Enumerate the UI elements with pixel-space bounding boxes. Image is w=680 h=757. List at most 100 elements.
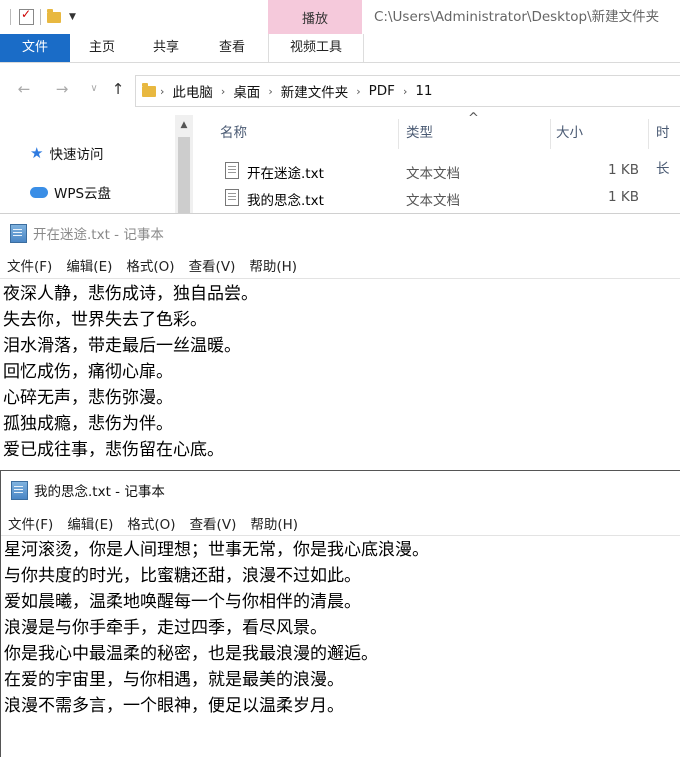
- nav-item-label: 快速访问: [49, 147, 104, 163]
- text-line: 浪漫不需多言，一个眼神，便足以温柔岁月。: [4, 696, 344, 716]
- window-title-text: 我的思念.txt - 记事本: [34, 484, 165, 500]
- ribbon-tabs: 文件 主页 共享 查看 视频工具: [0, 34, 680, 63]
- file-size: 1 KB: [608, 189, 639, 205]
- text-line: 孤独成瘾，悲伤为伴。: [3, 414, 173, 434]
- customize-toolbar-dropdown-icon[interactable]: ▼: [69, 12, 76, 22]
- address-bar[interactable]: › 此电脑 › 桌面 › 新建文件夹 › PDF › 11: [135, 75, 680, 107]
- chevron-right-icon[interactable]: ›: [403, 85, 407, 98]
- breadcrumb-this-pc[interactable]: 此电脑: [172, 81, 213, 101]
- tab-video-tools[interactable]: 视频工具: [268, 34, 364, 62]
- menu-file[interactable]: 文件(F): [8, 513, 53, 533]
- contextual-tab-play[interactable]: 播放: [268, 0, 362, 34]
- file-size: 1 KB: [608, 162, 639, 178]
- breadcrumb-11[interactable]: 11: [415, 83, 432, 99]
- nav-item-label: WPS云盘: [54, 186, 112, 202]
- column-header-duration[interactable]: 时长: [656, 115, 680, 177]
- text-editor[interactable]: 星河滚烫，你是人间理想；世事无常，你是我心底浪漫。 与你共度的时光，比蜜糖还甜，…: [4, 537, 429, 719]
- chevron-right-icon[interactable]: ›: [268, 85, 272, 98]
- menu-file[interactable]: 文件(F): [7, 255, 52, 275]
- notepad-window-2: 我的思念.txt - 记事本 文件(F) 编辑(E) 格式(O) 查看(V) 帮…: [0, 470, 680, 757]
- divider: [1, 535, 680, 536]
- forward-arrow-icon[interactable]: →: [52, 79, 72, 99]
- tab-home[interactable]: 主页: [84, 34, 120, 62]
- text-line: 心碎无声，悲伤弥漫。: [3, 388, 173, 408]
- file-list: 名称 ^ 类型 大小 时长 开在迷途.txt 文本文档 1 KB 我的思念.tx…: [200, 111, 680, 213]
- divider: [550, 119, 551, 149]
- back-arrow-icon[interactable]: ←: [14, 79, 34, 99]
- nav-item-quick-access[interactable]: ★ 快速访问: [30, 142, 103, 164]
- chevron-right-icon[interactable]: ›: [356, 85, 360, 98]
- scrollbar-thumb[interactable]: [178, 137, 190, 213]
- notepad-window-1: 开在迷途.txt - 记事本 文件(F) 编辑(E) 格式(O) 查看(V) 帮…: [0, 213, 680, 471]
- menu-bar: 文件(F) 编辑(E) 格式(O) 查看(V) 帮助(H): [7, 253, 311, 277]
- text-line: 失去你，世界失去了色彩。: [3, 310, 207, 330]
- text-line: 夜深人静，悲伤成诗，独自品尝。: [3, 284, 258, 304]
- quick-access-toolbar: ▼: [0, 6, 76, 28]
- text-line: 爱如晨曦，温柔地唤醒每一个与你相伴的清晨。: [4, 592, 361, 612]
- breadcrumb-new-folder[interactable]: 新建文件夹: [281, 81, 349, 101]
- recent-locations-chevron-icon[interactable]: ∨: [84, 79, 104, 99]
- title-bar: ▼ 播放 C:\Users\Administrator\Desktop\新建文件…: [0, 0, 680, 34]
- divider: [40, 9, 41, 25]
- menu-edit[interactable]: 编辑(E): [67, 513, 113, 533]
- column-header-type[interactable]: 类型: [406, 115, 433, 153]
- nav-pane-scrollbar[interactable]: ▲: [175, 115, 193, 213]
- file-name: 开在迷途.txt: [247, 166, 324, 182]
- file-type: 文本文档: [406, 166, 460, 182]
- menu-edit[interactable]: 编辑(E): [66, 255, 112, 275]
- address-row: ← → ∨ ↑ › 此电脑 › 桌面 › 新建文件夹 › PDF › 11: [0, 71, 680, 109]
- divider: [648, 119, 649, 149]
- cloud-icon: [30, 186, 48, 198]
- text-file-icon: [225, 162, 239, 179]
- text-file-icon: [225, 189, 239, 206]
- menu-help[interactable]: 帮助(H): [250, 513, 298, 533]
- text-line: 浪漫是与你手牵手，走过四季，看尽风景。: [4, 618, 327, 638]
- window-title: 我的思念.txt - 记事本: [11, 478, 165, 502]
- divider: [398, 119, 399, 149]
- breadcrumb-pdf[interactable]: PDF: [369, 83, 395, 99]
- menu-format[interactable]: 格式(O): [126, 255, 174, 275]
- sort-caret-icon: ^: [468, 111, 479, 126]
- notepad-icon: [11, 480, 28, 500]
- window-title-text: 开在迷途.txt - 记事本: [33, 227, 164, 243]
- column-header-name[interactable]: 名称: [220, 115, 247, 153]
- divider: [0, 278, 680, 279]
- text-editor[interactable]: 夜深人静，悲伤成诗，独自品尝。 失去你，世界失去了色彩。 泪水滑落，带走最后一丝…: [3, 281, 258, 463]
- file-type: 文本文档: [406, 193, 460, 209]
- text-line: 回忆成伤，痛彻心扉。: [3, 362, 173, 382]
- chevron-right-icon[interactable]: ›: [221, 85, 225, 98]
- file-row[interactable]: 我的思念.txt 文本文档 1 KB: [200, 185, 680, 211]
- navigation-pane: ★ 快速访问 WPS云盘: [0, 115, 195, 213]
- nav-item-wps-cloud[interactable]: WPS云盘: [30, 181, 111, 203]
- menu-format[interactable]: 格式(O): [127, 513, 175, 533]
- scroll-up-icon[interactable]: ▲: [175, 117, 193, 133]
- text-line: 爱已成往事，悲伤留在心底。: [3, 440, 224, 460]
- text-line: 你是我心中最温柔的秘密，也是我最浪漫的邂逅。: [4, 644, 378, 664]
- menu-help[interactable]: 帮助(H): [249, 255, 297, 275]
- divider: [10, 9, 11, 25]
- text-line: 与你共度的时光，比蜜糖还甜，浪漫不过如此。: [4, 566, 361, 586]
- text-line: 泪水滑落，带走最后一丝温暖。: [3, 336, 241, 356]
- window-title-path: C:\Users\Administrator\Desktop\新建文件夹: [374, 9, 660, 25]
- window-title: 开在迷途.txt - 记事本: [10, 221, 164, 245]
- menu-view[interactable]: 查看(V): [190, 513, 237, 533]
- tab-share[interactable]: 共享: [148, 34, 184, 62]
- new-folder-icon[interactable]: [47, 8, 61, 23]
- text-line: 在爱的宇宙里，与你相遇，就是最美的浪漫。: [4, 670, 344, 690]
- star-icon: ★: [30, 144, 44, 162]
- properties-icon[interactable]: [19, 7, 34, 25]
- text-line: 星河滚烫，你是人间理想；世事无常，你是我心底浪漫。: [4, 540, 429, 560]
- folder-icon: [142, 82, 156, 97]
- menu-view[interactable]: 查看(V): [189, 255, 236, 275]
- up-arrow-icon[interactable]: ↑: [108, 79, 128, 99]
- column-header-size[interactable]: 大小: [556, 115, 583, 153]
- menu-bar: 文件(F) 编辑(E) 格式(O) 查看(V) 帮助(H): [8, 511, 312, 535]
- breadcrumb-desktop[interactable]: 桌面: [233, 81, 260, 101]
- file-explorer-window: ▼ 播放 C:\Users\Administrator\Desktop\新建文件…: [0, 0, 680, 213]
- notepad-icon: [10, 223, 27, 243]
- tab-file[interactable]: 文件: [0, 34, 70, 62]
- file-row[interactable]: 开在迷途.txt 文本文档 1 KB: [200, 158, 680, 184]
- tab-view[interactable]: 查看: [214, 34, 250, 62]
- file-name: 我的思念.txt: [247, 193, 324, 209]
- chevron-right-icon[interactable]: ›: [160, 85, 164, 98]
